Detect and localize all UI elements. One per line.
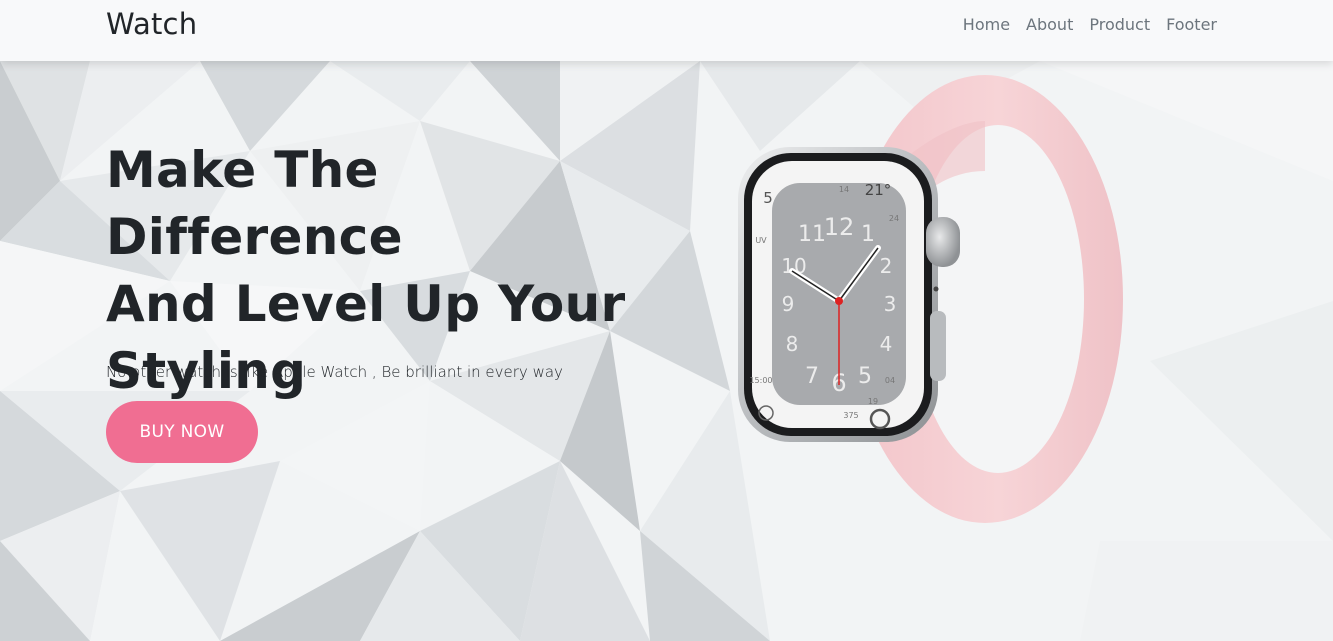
hero-section: Make The Difference And Level Up Your St… bbox=[0, 61, 1333, 641]
numeral-12: 12 bbox=[824, 213, 855, 241]
complication-time: 15:00 bbox=[749, 376, 772, 385]
nav-link-home[interactable]: Home bbox=[963, 15, 1010, 34]
nav-links: Home About Product Footer bbox=[963, 15, 1217, 34]
numeral-3: 3 bbox=[884, 292, 897, 316]
headline-line-1: Make The Difference bbox=[106, 141, 403, 266]
complication-value-b: 19 bbox=[868, 397, 878, 406]
complication-temperature: 21° bbox=[865, 181, 892, 199]
numeral-8: 8 bbox=[786, 332, 799, 356]
complication-top-left: 5 bbox=[763, 189, 773, 207]
complication-small-right: 24 bbox=[889, 214, 899, 223]
complication-uv: UV bbox=[755, 236, 767, 245]
nav-link-product[interactable]: Product bbox=[1089, 15, 1150, 34]
numeral-2: 2 bbox=[880, 254, 893, 278]
headline-line-2: And Level Up Your bbox=[106, 275, 626, 333]
nav-link-about[interactable]: About bbox=[1026, 15, 1073, 34]
complication-value-a: 375 bbox=[843, 411, 858, 420]
numeral-7: 7 bbox=[805, 364, 819, 389]
brand-logo[interactable]: Watch bbox=[106, 7, 197, 41]
navbar: Watch Home About Product Footer bbox=[0, 0, 1333, 61]
buy-now-button[interactable]: BUY NOW bbox=[106, 401, 258, 463]
complication-small-top: 14 bbox=[839, 185, 849, 194]
numeral-5: 5 bbox=[858, 364, 872, 389]
complication-value-c: 04 bbox=[885, 376, 895, 385]
nav-link-footer[interactable]: Footer bbox=[1166, 15, 1217, 34]
numeral-9: 9 bbox=[782, 292, 795, 316]
hero-tagline: No other watch is like Apple Watch , Be … bbox=[106, 363, 563, 381]
numeral-1: 1 bbox=[861, 222, 875, 247]
watch-product-image: 12 11 1 2 3 4 5 6 7 8 9 10 5 21° 14 24 U… bbox=[738, 75, 1123, 523]
numeral-4: 4 bbox=[880, 332, 893, 356]
numeral-11: 11 bbox=[798, 222, 826, 247]
